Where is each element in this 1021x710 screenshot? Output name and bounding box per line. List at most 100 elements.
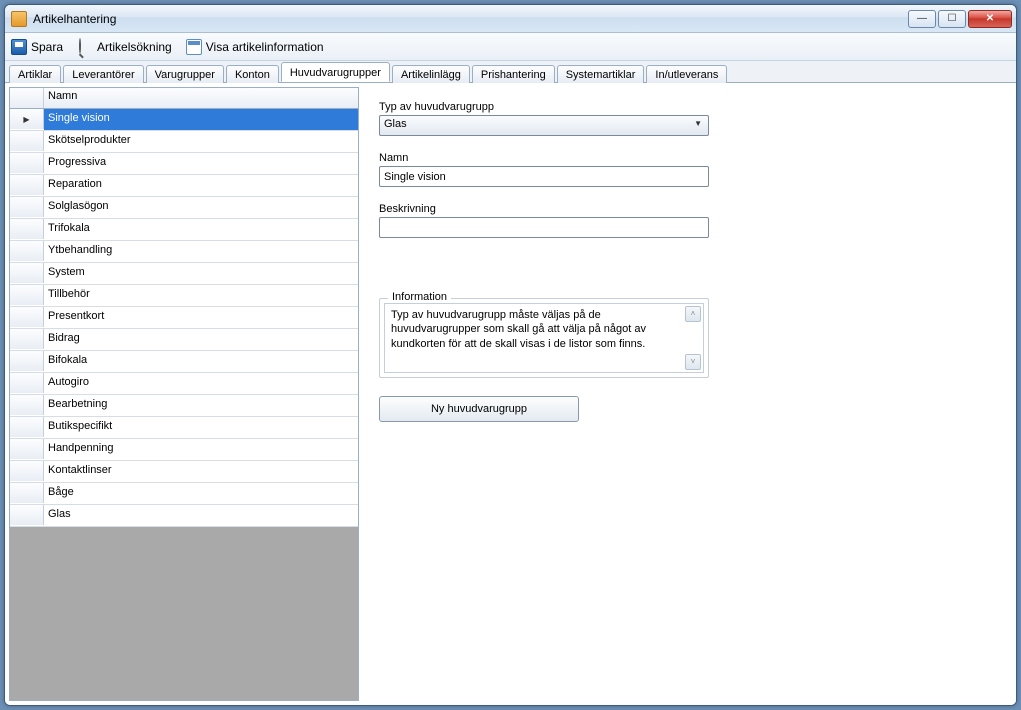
showinfo-label: Visa artikelinformation — [206, 40, 324, 54]
type-select-value: Glas — [384, 118, 407, 130]
group-name-cell: Reparation — [44, 175, 358, 196]
desc-input[interactable] — [379, 217, 709, 238]
tab-artikelinlagg[interactable]: Artikelinlägg — [392, 65, 470, 83]
information-legend: Information — [388, 291, 451, 303]
save-label: Spara — [31, 40, 63, 54]
tab-artiklar[interactable]: Artiklar — [9, 65, 61, 83]
row-header[interactable] — [10, 109, 44, 129]
row-header[interactable] — [10, 175, 44, 195]
tab-systemartiklar[interactable]: Systemartiklar — [557, 65, 645, 83]
save-button[interactable]: Spara — [11, 39, 63, 55]
group-name-cell: Single vision — [44, 109, 358, 130]
information-text-content: Typ av huvudvarugrupp måste väljas på de… — [391, 309, 646, 350]
group-name-cell: Bifokala — [44, 351, 358, 372]
table-row[interactable]: Bifokala — [10, 351, 358, 373]
app-icon — [11, 11, 27, 27]
search-label: Artikelsökning — [97, 40, 172, 54]
row-header[interactable] — [10, 395, 44, 415]
show-article-info-button[interactable]: Visa artikelinformation — [186, 39, 324, 55]
group-name-cell: System — [44, 263, 358, 284]
row-header[interactable] — [10, 439, 44, 459]
titlebar[interactable]: Artikelhantering — ☐ ✕ — [5, 5, 1016, 33]
row-header[interactable] — [10, 329, 44, 349]
row-header[interactable] — [10, 219, 44, 239]
info-scroll-down[interactable]: ˅ — [685, 354, 701, 370]
grid-column-header[interactable]: Namn — [44, 88, 358, 108]
left-panel: Namn Single visionSkötselprodukterProgre… — [9, 87, 359, 701]
name-input[interactable] — [379, 166, 709, 187]
information-fieldset: Information Typ av huvudvarugrupp måste … — [379, 298, 709, 378]
table-row[interactable]: Autogiro — [10, 373, 358, 395]
group-name-cell: Handpenning — [44, 439, 358, 460]
group-name-cell: Progressiva — [44, 153, 358, 174]
group-name-cell: Presentkort — [44, 307, 358, 328]
table-row[interactable]: Glas — [10, 505, 358, 527]
table-row[interactable]: Butikspecifikt — [10, 417, 358, 439]
row-header[interactable] — [10, 417, 44, 437]
row-header[interactable] — [10, 241, 44, 261]
article-search-button[interactable]: Artikelsökning — [77, 39, 172, 55]
group-name-cell: Trifokala — [44, 219, 358, 240]
row-header[interactable] — [10, 505, 44, 525]
table-row[interactable]: Skötselprodukter — [10, 131, 358, 153]
type-label: Typ av huvudvarugrupp — [379, 101, 992, 113]
right-panel: Typ av huvudvarugrupp Glas Namn Beskrivn… — [359, 87, 1012, 701]
table-row[interactable]: Single vision — [10, 109, 358, 131]
group-name-cell: Butikspecifikt — [44, 417, 358, 438]
group-name-cell: Skötselprodukter — [44, 131, 358, 152]
table-row[interactable]: Kontaktlinser — [10, 461, 358, 483]
group-name-cell: Båge — [44, 483, 358, 504]
table-row[interactable]: Handpenning — [10, 439, 358, 461]
desc-label: Beskrivning — [379, 203, 992, 215]
table-row[interactable]: Tillbehör — [10, 285, 358, 307]
row-header[interactable] — [10, 483, 44, 503]
row-header[interactable] — [10, 197, 44, 217]
row-header[interactable] — [10, 461, 44, 481]
group-grid[interactable]: Namn Single visionSkötselprodukterProgre… — [9, 87, 359, 701]
name-label: Namn — [379, 152, 992, 164]
row-header[interactable] — [10, 307, 44, 327]
row-header[interactable] — [10, 373, 44, 393]
table-row[interactable]: Bearbetning — [10, 395, 358, 417]
table-row[interactable]: Solglasögon — [10, 197, 358, 219]
toolbar: Spara Artikelsökning Visa artikelinforma… — [5, 33, 1016, 61]
close-button[interactable]: ✕ — [968, 10, 1012, 28]
maximize-button[interactable]: ☐ — [938, 10, 966, 28]
group-name-cell: Glas — [44, 505, 358, 526]
tab-varugrupper[interactable]: Varugrupper — [146, 65, 224, 83]
information-text: Typ av huvudvarugrupp måste väljas på de… — [384, 303, 704, 373]
table-row[interactable]: Båge — [10, 483, 358, 505]
row-header[interactable] — [10, 285, 44, 305]
row-header[interactable] — [10, 131, 44, 151]
grid-empty-area — [10, 527, 358, 700]
row-header[interactable] — [10, 263, 44, 283]
minimize-button[interactable]: — — [908, 10, 936, 28]
info-scroll-up[interactable]: ˄ — [685, 306, 701, 322]
tab-huvudvarugrupper[interactable]: Huvudvarugrupper — [281, 62, 390, 82]
table-row[interactable]: Reparation — [10, 175, 358, 197]
group-name-cell: Autogiro — [44, 373, 358, 394]
tab-konton[interactable]: Konton — [226, 65, 279, 83]
tab-leverantorer[interactable]: Leverantörer — [63, 65, 143, 83]
table-row[interactable]: System — [10, 263, 358, 285]
group-name-cell: Ytbehandling — [44, 241, 358, 262]
content-area: Namn Single visionSkötselprodukterProgre… — [5, 83, 1016, 705]
table-row[interactable]: Presentkort — [10, 307, 358, 329]
table-row[interactable]: Bidrag — [10, 329, 358, 351]
row-header[interactable] — [10, 351, 44, 371]
group-name-cell: Tillbehör — [44, 285, 358, 306]
table-row[interactable]: Progressiva — [10, 153, 358, 175]
table-row[interactable]: Ytbehandling — [10, 241, 358, 263]
table-row[interactable]: Trifokala — [10, 219, 358, 241]
tabstrip: Artiklar Leverantörer Varugrupper Konton… — [5, 61, 1016, 83]
row-header[interactable] — [10, 153, 44, 173]
tab-prishantering[interactable]: Prishantering — [472, 65, 555, 83]
tab-inutleverans[interactable]: In/utleverans — [646, 65, 727, 83]
grid-corner — [10, 88, 44, 108]
save-icon — [11, 39, 27, 55]
group-name-cell: Kontaktlinser — [44, 461, 358, 482]
search-icon — [77, 39, 93, 55]
info-icon — [186, 39, 202, 55]
new-group-button[interactable]: Ny huvudvarugrupp — [379, 396, 579, 422]
type-select[interactable]: Glas — [379, 115, 709, 136]
